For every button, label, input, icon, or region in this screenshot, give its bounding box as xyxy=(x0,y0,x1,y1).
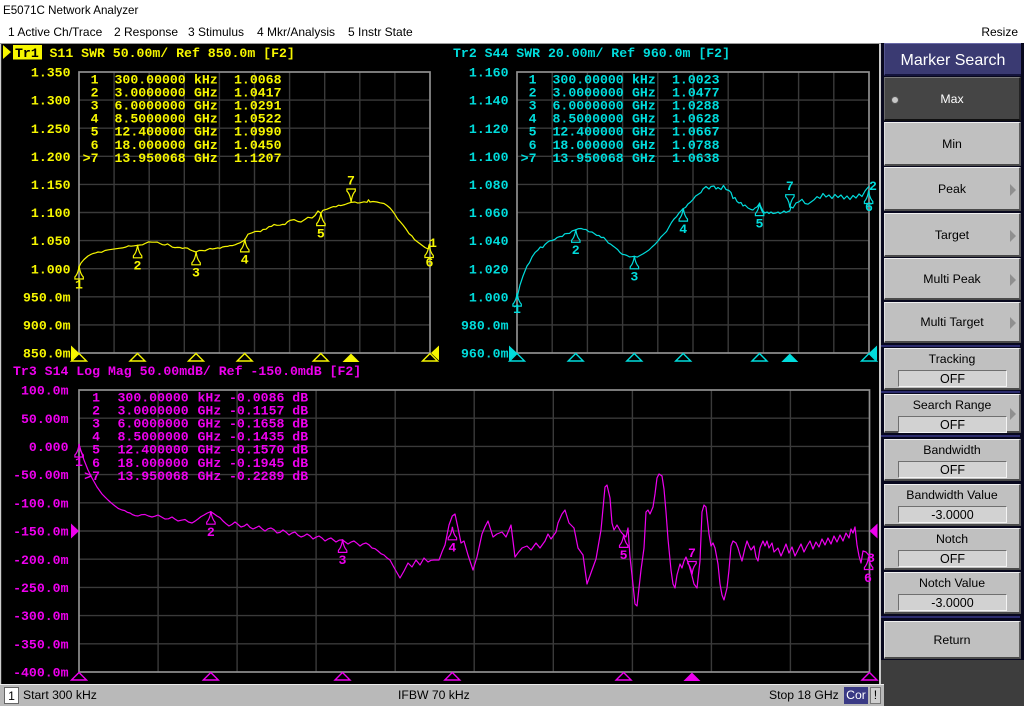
svg-text:2: 2 xyxy=(207,525,215,540)
svg-text:-150.0m: -150.0m xyxy=(13,525,68,540)
svg-text:5: 5 xyxy=(620,548,628,563)
svg-text:1.350: 1.350 xyxy=(31,66,71,81)
svg-text:>7: >7 xyxy=(83,151,99,166)
svg-text:5: 5 xyxy=(317,226,325,241)
svg-text:950.0m: 950.0m xyxy=(23,290,71,305)
svg-text:-50.00m: -50.00m xyxy=(13,468,68,483)
svg-text:7: 7 xyxy=(786,179,794,194)
svg-text:6: 6 xyxy=(426,256,434,271)
svg-text:13.950068: 13.950068 xyxy=(118,469,189,484)
svg-text:1.300: 1.300 xyxy=(31,94,71,109)
svg-text:960.0m: 960.0m xyxy=(461,347,509,362)
svg-text:Tr3 S14 Log Mag 50.00mdB/ Ref: Tr3 S14 Log Mag 50.00mdB/ Ref -150.0mdB … xyxy=(13,364,361,379)
svg-text:>7: >7 xyxy=(521,151,537,166)
svg-text:3: 3 xyxy=(192,266,200,281)
svg-text:1.060: 1.060 xyxy=(469,206,509,221)
svg-text:1.250: 1.250 xyxy=(31,122,71,137)
svg-text:1.0638: 1.0638 xyxy=(672,151,720,166)
svg-text:1.100: 1.100 xyxy=(469,150,509,165)
svg-text:5: 5 xyxy=(756,216,764,231)
svg-text:1.150: 1.150 xyxy=(31,178,71,193)
svg-text:3: 3 xyxy=(630,270,638,285)
svg-text:13.950068: 13.950068 xyxy=(115,151,186,166)
svg-text:0.000: 0.000 xyxy=(29,440,69,455)
svg-text:1.160: 1.160 xyxy=(469,66,509,81)
svg-text:13.950068: 13.950068 xyxy=(553,151,624,166)
svg-text:-250.0m: -250.0m xyxy=(13,581,68,596)
svg-text:1.140: 1.140 xyxy=(469,94,509,109)
svg-text:-100.0m: -100.0m xyxy=(13,496,68,511)
svg-text:1.200: 1.200 xyxy=(31,150,71,165)
svg-text:-350.0m: -350.0m xyxy=(13,637,68,652)
svg-text:3: 3 xyxy=(867,551,875,566)
svg-text:1.120: 1.120 xyxy=(469,122,509,137)
svg-text:3: 3 xyxy=(339,553,347,568)
svg-text:1.000: 1.000 xyxy=(31,262,71,277)
svg-text:>7: >7 xyxy=(84,469,100,484)
svg-text:1.100: 1.100 xyxy=(31,206,71,221)
svg-text:980.0m: 980.0m xyxy=(461,319,509,334)
svg-text:1.050: 1.050 xyxy=(31,234,71,249)
svg-text:-0.2289 dB: -0.2289 dB xyxy=(229,469,308,484)
svg-text:4: 4 xyxy=(241,253,249,268)
svg-text:Tr2 S44 SWR 20.00m/ Ref 960.0m: Tr2 S44 SWR 20.00m/ Ref 960.0m [F2] xyxy=(453,46,730,61)
svg-text:900.0m: 900.0m xyxy=(23,319,71,334)
svg-text:1: 1 xyxy=(513,302,521,317)
svg-text:100.0m: 100.0m xyxy=(21,384,69,399)
svg-text:1.020: 1.020 xyxy=(469,262,509,277)
svg-text:2: 2 xyxy=(869,179,877,194)
svg-text:7: 7 xyxy=(688,546,696,561)
svg-text:4: 4 xyxy=(679,222,687,237)
svg-text:GHz: GHz xyxy=(198,469,222,484)
svg-text:50.00m: 50.00m xyxy=(21,412,69,427)
svg-text:7: 7 xyxy=(347,174,355,189)
svg-text:1.040: 1.040 xyxy=(469,234,509,249)
svg-text:6: 6 xyxy=(864,571,872,586)
svg-text:GHz: GHz xyxy=(194,151,218,166)
svg-text:2: 2 xyxy=(572,243,580,258)
svg-text:1.1207: 1.1207 xyxy=(234,151,282,166)
svg-text:1: 1 xyxy=(75,455,83,470)
svg-text:Tr1: Tr1 xyxy=(15,46,39,61)
svg-text:1.000: 1.000 xyxy=(469,290,509,305)
svg-text:850.0m: 850.0m xyxy=(23,347,71,362)
svg-text:4: 4 xyxy=(448,541,456,556)
svg-text:1: 1 xyxy=(75,278,83,293)
svg-text:1.080: 1.080 xyxy=(469,178,509,193)
svg-text:S11 SWR 50.00m/ Ref 850.0m [F2: S11 SWR 50.00m/ Ref 850.0m [F2] xyxy=(50,46,295,61)
svg-text:6: 6 xyxy=(865,200,873,215)
svg-text:GHz: GHz xyxy=(632,151,656,166)
svg-text:-400.0m: -400.0m xyxy=(13,666,68,681)
svg-text:2: 2 xyxy=(134,259,142,274)
svg-text:-200.0m: -200.0m xyxy=(13,553,68,568)
svg-text:1: 1 xyxy=(429,236,437,251)
svg-text:-300.0m: -300.0m xyxy=(13,609,68,624)
